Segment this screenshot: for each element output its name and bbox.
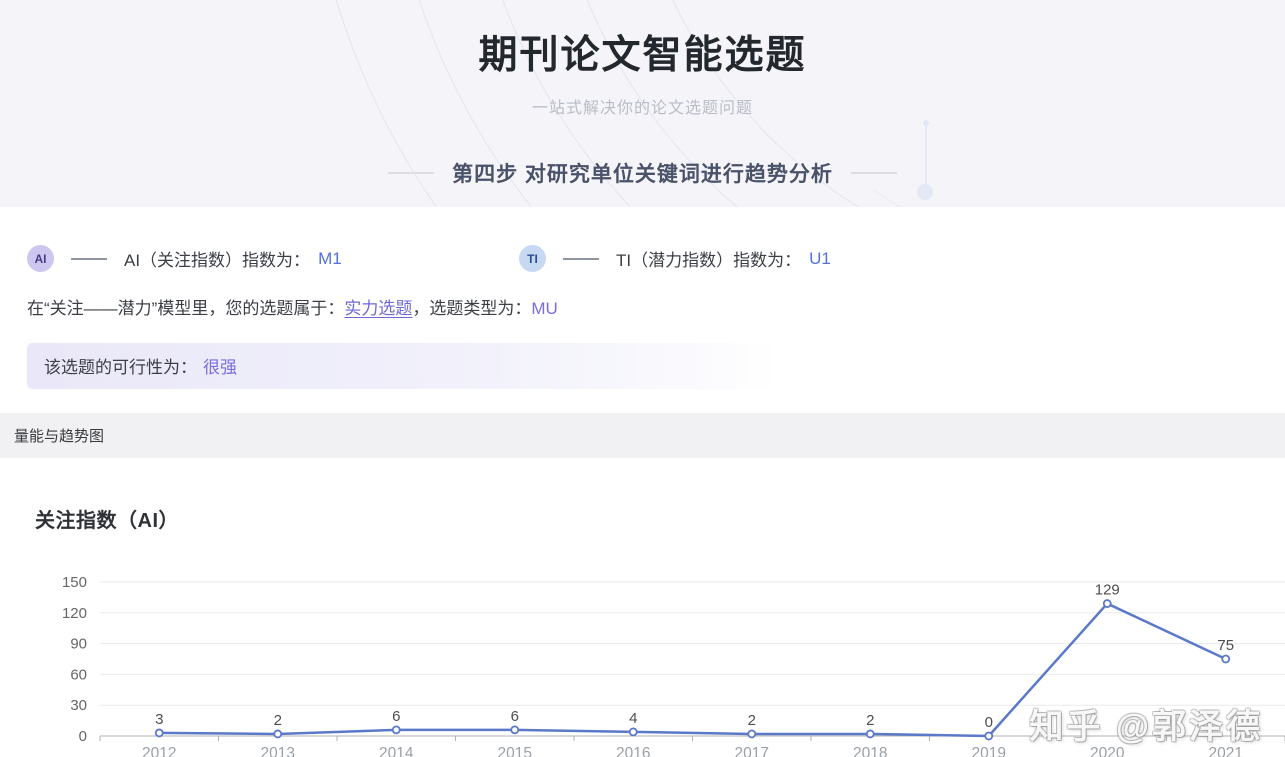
svg-text:2016: 2016 bbox=[616, 745, 650, 757]
svg-text:2013: 2013 bbox=[261, 745, 295, 757]
topic-type-link[interactable]: 实力选题 bbox=[344, 299, 412, 318]
step-right-line bbox=[850, 172, 897, 174]
model-result-middle: ，选题类型为： bbox=[412, 299, 532, 318]
svg-text:6: 6 bbox=[392, 708, 400, 725]
svg-text:0: 0 bbox=[79, 728, 87, 745]
page-title: 期刊论文智能选题 bbox=[478, 34, 807, 77]
ai-badge: AI bbox=[27, 245, 54, 272]
svg-text:75: 75 bbox=[1217, 637, 1234, 654]
svg-text:2017: 2017 bbox=[735, 745, 769, 757]
svg-text:30: 30 bbox=[70, 697, 87, 714]
svg-text:90: 90 bbox=[70, 636, 87, 653]
ai-index-value: M1 bbox=[318, 248, 342, 268]
svg-text:2021: 2021 bbox=[1209, 745, 1243, 757]
svg-text:2: 2 bbox=[274, 712, 282, 729]
svg-text:0: 0 bbox=[985, 714, 993, 731]
ai-trend-line-chart: 0 30 60 90 120 150 2012 2013 2014 2015 2016 2017 201… bbox=[0, 539, 1285, 757]
index-metrics-row: AI AI（关注指数）指数为： M1 TI TI（潜力指数）指数为： U1 bbox=[27, 245, 1285, 272]
model-result-line: 在“关注——潜力”模型里，您的选题属于：实力选题，选题类型为：MU bbox=[27, 294, 1285, 319]
svg-text:6: 6 bbox=[511, 708, 519, 725]
svg-text:2019: 2019 bbox=[972, 745, 1006, 757]
page-subtitle: 一站式解决你的论文选题问题 bbox=[531, 100, 753, 117]
section-header-trend: 量能与趋势图 bbox=[0, 413, 1285, 458]
svg-text:3: 3 bbox=[155, 711, 163, 728]
step-left-line bbox=[388, 172, 435, 174]
line-chart-canvas: 03060901201502012 2013 2014 2015 2016 2017 201… bbox=[62, 574, 1285, 757]
svg-text:2012: 2012 bbox=[142, 745, 176, 757]
ti-index-label: TI（潜力指数）指数为： bbox=[616, 251, 802, 270]
feasibility-value: 很强 bbox=[203, 358, 237, 377]
svg-text:2015: 2015 bbox=[498, 745, 532, 757]
ti-badge: TI bbox=[519, 245, 546, 272]
svg-text:120: 120 bbox=[62, 605, 87, 622]
ai-index-metric: AI AI（关注指数）指数为： M1 bbox=[27, 245, 519, 272]
svg-text:2: 2 bbox=[748, 712, 756, 729]
analysis-summary: AI AI（关注指数）指数为： M1 TI TI（潜力指数）指数为： U1 在“… bbox=[0, 207, 1285, 389]
svg-text:2: 2 bbox=[866, 712, 874, 729]
topic-type-code: MU bbox=[531, 299, 558, 318]
feasibility-label: 该选题的可行性为： bbox=[44, 358, 197, 377]
svg-text:2014: 2014 bbox=[379, 745, 414, 757]
svg-text:4: 4 bbox=[629, 710, 637, 727]
svg-text:150: 150 bbox=[62, 574, 87, 591]
ti-index-value: U1 bbox=[809, 248, 831, 268]
chart-title: 关注指数（AI） bbox=[35, 510, 179, 532]
svg-text:2018: 2018 bbox=[853, 745, 887, 757]
ai-index-label: AI（关注指数）指数为： bbox=[124, 251, 311, 270]
feasibility-box: 该选题的可行性为： 很强 bbox=[27, 343, 779, 389]
step-heading: 第四步 对研究单位关键词进行趋势分析 bbox=[0, 158, 1285, 188]
ai-legend-line bbox=[71, 257, 107, 260]
hero-banner: 期刊论文智能选题 一站式解决你的论文选题问题 第四步 对研究单位关键词进行趋势分… bbox=[0, 0, 1285, 207]
step-title: 第四步 对研究单位关键词进行趋势分析 bbox=[452, 163, 833, 186]
chart-section: 关注指数（AI） 0 30 60 90 120 150 2012 2013 2014 2015 20… bbox=[0, 504, 1285, 757]
section-header-label: 量能与趋势图 bbox=[14, 428, 105, 445]
ti-index-metric: TI TI（潜力指数）指数为： U1 bbox=[519, 245, 831, 272]
svg-text:129: 129 bbox=[1095, 582, 1120, 599]
svg-text:2020: 2020 bbox=[1090, 745, 1125, 757]
model-result-prefix: 在“关注——潜力”模型里，您的选题属于： bbox=[27, 299, 345, 318]
svg-text:60: 60 bbox=[70, 666, 87, 683]
ti-legend-line bbox=[563, 257, 599, 260]
